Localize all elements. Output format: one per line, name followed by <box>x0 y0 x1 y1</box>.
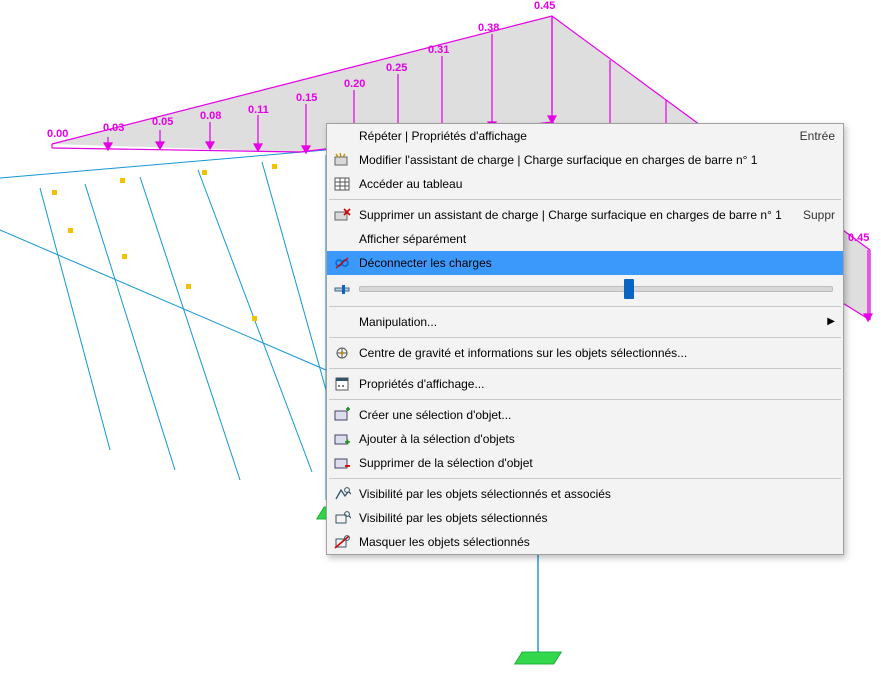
context-menu-separator <box>329 337 841 338</box>
context-menu-item[interactable]: Visibilité par les objets sélectionnés e… <box>327 482 843 506</box>
context-menu-item[interactable]: Centre de gravité et informations sur le… <box>327 341 843 365</box>
context-menu-item-label: Propriétés d'affichage... <box>359 372 835 396</box>
context-menu-item-label: Afficher séparément <box>359 227 835 251</box>
context-menu-item-label: Centre de gravité et informations sur le… <box>359 341 835 365</box>
support-symbol <box>514 652 562 665</box>
context-menu-item-label: Supprimer un assistant de charge | Charg… <box>359 203 787 227</box>
context-menu-separator <box>329 478 841 479</box>
context-menu-item[interactable]: Accéder au tableau <box>327 172 843 196</box>
context-menu-item-label: Visibilité par les objets sélectionnés <box>359 506 835 530</box>
context-menu-item-label: Créer une sélection d'objet... <box>359 403 835 427</box>
context-menu-item-label: Modifier l'assistant de charge | Charge … <box>359 148 835 172</box>
context-menu-item[interactable]: Supprimer de la sélection d'objet <box>327 451 843 475</box>
table-icon <box>331 174 353 194</box>
slider-track[interactable] <box>359 286 833 292</box>
context-menu-item-label: Manipulation... <box>359 310 811 334</box>
context-menu-separator <box>329 199 841 200</box>
context-menu-item-accel: Suppr <box>787 203 835 227</box>
context-menu-item[interactable]: Ajouter à la sélection d'objets <box>327 427 843 451</box>
context-menu-item-label: Déconnecter les charges <box>359 251 835 275</box>
slider-icon <box>331 279 353 299</box>
disconnect-icon <box>331 253 353 273</box>
context-menu-item[interactable]: Modifier l'assistant de charge | Charge … <box>327 148 843 172</box>
blank-icon <box>331 312 353 332</box>
context-menu-slider[interactable] <box>327 275 843 303</box>
vis-hide-icon <box>331 532 353 552</box>
context-menu-item[interactable]: Propriétés d'affichage... <box>327 372 843 396</box>
context-menu-item-label: Masquer les objets sélectionnés <box>359 530 835 554</box>
context-menu-item-label: Répéter | Propriétés d'affichage <box>359 124 784 148</box>
context-menu-item-label: Accéder au tableau <box>359 172 835 196</box>
context-menu-item-accel: Entrée <box>784 124 835 148</box>
context-menu-item[interactable]: Créer une sélection d'objet... <box>327 403 843 427</box>
sel-create-icon <box>331 405 353 425</box>
context-menu-item[interactable]: Manipulation...▶ <box>327 310 843 334</box>
wizard-icon <box>331 150 353 170</box>
context-menu-item[interactable]: Supprimer un assistant de charge | Charg… <box>327 203 843 227</box>
context-menu: Répéter | Propriétés d'affichageEntréeMo… <box>326 123 844 555</box>
vis-assoc-icon <box>331 484 353 504</box>
vis-sel-icon <box>331 508 353 528</box>
slider-thumb[interactable] <box>624 279 634 299</box>
context-menu-item-label: Supprimer de la sélection d'objet <box>359 451 835 475</box>
sel-add-icon <box>331 429 353 449</box>
context-menu-item[interactable]: Déconnecter les charges <box>327 251 843 275</box>
blank-icon <box>331 126 353 146</box>
submenu-arrow-icon: ▶ <box>811 310 835 334</box>
context-menu-item[interactable]: Masquer les objets sélectionnés <box>327 530 843 554</box>
context-menu-separator <box>329 399 841 400</box>
context-menu-item[interactable]: Visibilité par les objets sélectionnés <box>327 506 843 530</box>
context-menu-item[interactable]: Répéter | Propriétés d'affichageEntrée <box>327 124 843 148</box>
context-menu-separator <box>329 368 841 369</box>
blank-icon <box>331 229 353 249</box>
props-icon <box>331 374 353 394</box>
cg-icon <box>331 343 353 363</box>
context-menu-separator <box>329 306 841 307</box>
context-menu-item-label: Ajouter à la sélection d'objets <box>359 427 835 451</box>
delete-wizard-icon <box>331 205 353 225</box>
sel-remove-icon <box>331 453 353 473</box>
context-menu-item[interactable]: Afficher séparément <box>327 227 843 251</box>
context-menu-item-label: Visibilité par les objets sélectionnés e… <box>359 482 835 506</box>
